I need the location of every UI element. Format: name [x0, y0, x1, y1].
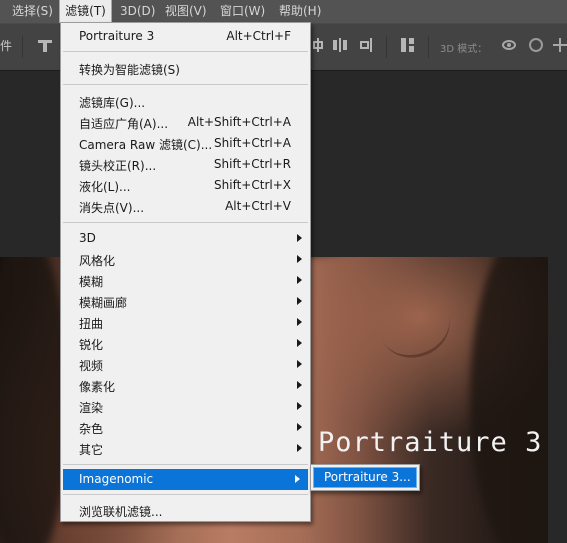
3d-mode-label: 3D 模式：: [440, 44, 488, 55]
imagenomic-submenu: Portraiture 3...: [310, 464, 420, 491]
menu-item-smart-filter[interactable]: 转换为智能滤镜(S): [61, 58, 310, 79]
submenu-arrow-icon: [297, 297, 302, 305]
menu-item-sharpen[interactable]: 锐化: [61, 333, 310, 354]
menu-3d[interactable]: 3D(D): [120, 0, 155, 23]
3d-roll-icon[interactable]: [529, 38, 543, 52]
submenu-item-portraiture[interactable]: Portraiture 3...: [313, 467, 417, 488]
divider: [386, 36, 387, 58]
divider: [22, 36, 23, 58]
submenu-arrow-icon: [297, 423, 302, 431]
filter-menu: Portraiture 3 Alt+Ctrl+F 转换为智能滤镜(S) 滤镜库(…: [60, 22, 311, 522]
menu-item-filter-gallery[interactable]: 滤镜库(G)...: [61, 91, 310, 112]
align-right-icon[interactable]: [358, 38, 372, 52]
menu-select[interactable]: 选择(S): [12, 0, 53, 23]
submenu-arrow-icon: [297, 255, 302, 263]
menu-item-adaptive-wide-angle[interactable]: 自适应广角(A)... Alt+Shift+Ctrl+A: [61, 112, 310, 133]
submenu-arrow-icon: [297, 234, 302, 242]
align-top-icon-stem: [43, 43, 47, 52]
distribute-h-icon[interactable]: [333, 38, 347, 52]
menu-item-blur[interactable]: 模糊: [61, 270, 310, 291]
menu-window[interactable]: 窗口(W): [220, 0, 265, 23]
menu-item-last-filter[interactable]: Portraiture 3 Alt+Ctrl+F: [61, 26, 310, 47]
photo-ear: [371, 286, 459, 368]
menu-item-imagenomic[interactable]: Imagenomic: [63, 469, 308, 490]
menu-item-video[interactable]: 视频: [61, 354, 310, 375]
menu-item-noise[interactable]: 杂色: [61, 417, 310, 438]
align-h-center-icon[interactable]: [312, 38, 324, 52]
menu-help[interactable]: 帮助(H): [279, 0, 321, 23]
menu-item-vanishing-point[interactable]: 消失点(V)... Alt+Ctrl+V: [61, 196, 310, 217]
menu-item-blur-gallery[interactable]: 模糊画廊: [61, 291, 310, 312]
menu-item-3d[interactable]: 3D: [61, 228, 310, 249]
submenu-arrow-icon: [297, 402, 302, 410]
canvas-overlay-text: Portraiture 3: [318, 427, 543, 458]
options-partial-label: 件: [0, 39, 13, 53]
submenu-arrow-icon: [297, 360, 302, 368]
menu-item-camera-raw[interactable]: Camera Raw 滤镜(C)... Shift+Ctrl+A: [61, 133, 310, 154]
menu-item-other[interactable]: 其它: [61, 438, 310, 459]
submenu-arrow-icon: [295, 475, 300, 483]
3d-orbit-icon[interactable]: [500, 38, 520, 52]
menu-item-stylize[interactable]: 风格化: [61, 249, 310, 270]
menu-bar: 选择(S) 滤镜(T) 3D(D) 视图(V) 窗口(W) 帮助(H): [0, 0, 567, 23]
submenu-arrow-icon: [297, 318, 302, 326]
menu-item-render[interactable]: 渲染: [61, 396, 310, 417]
menu-item-browse-online-filters[interactable]: 浏览联机滤镜...: [61, 500, 310, 521]
menu-separator: [63, 494, 308, 495]
menu-filter[interactable]: 滤镜(T): [59, 0, 112, 23]
3d-drag-icon[interactable]: [553, 38, 567, 52]
menu-separator: [63, 222, 308, 223]
menu-item-lens-correction[interactable]: 镜头校正(R)... Shift+Ctrl+R: [61, 154, 310, 175]
photo-hair-right: [470, 257, 548, 543]
submenu-arrow-icon: [297, 381, 302, 389]
submenu-arrow-icon: [297, 339, 302, 347]
auto-align-icon[interactable]: [401, 38, 415, 52]
menu-view[interactable]: 视图(V): [165, 0, 207, 23]
menu-item-pixelate[interactable]: 像素化: [61, 375, 310, 396]
submenu-arrow-icon: [297, 276, 302, 284]
menu-separator: [63, 51, 308, 52]
menu-item-distort[interactable]: 扭曲: [61, 312, 310, 333]
menu-separator: [63, 464, 308, 465]
menu-item-liquify[interactable]: 液化(L)... Shift+Ctrl+X: [61, 175, 310, 196]
divider: [428, 36, 429, 58]
submenu-arrow-icon: [297, 444, 302, 452]
menu-separator: [63, 84, 308, 85]
